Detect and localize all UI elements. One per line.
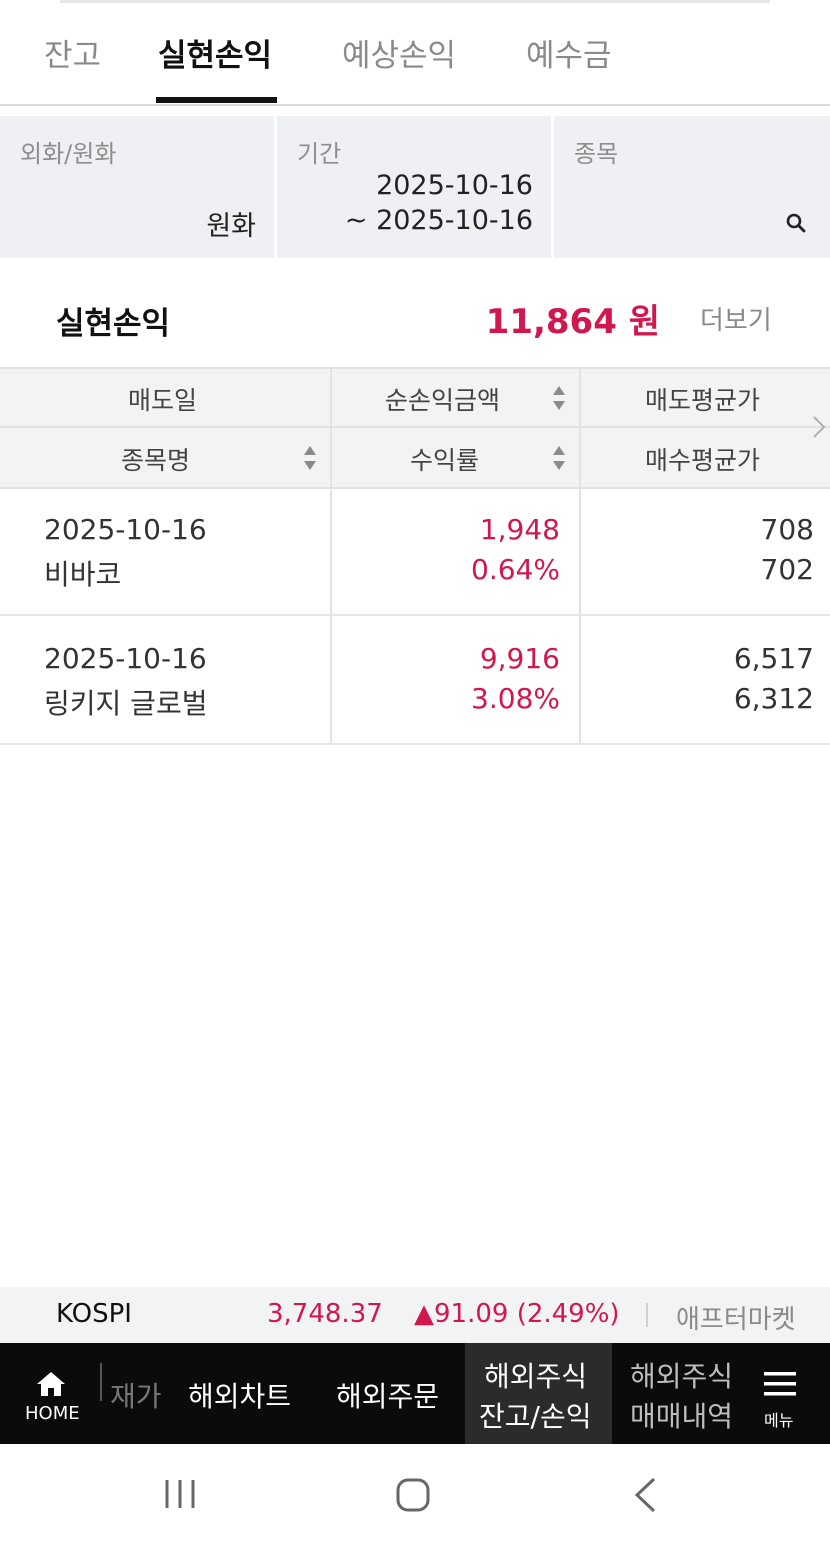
- sell-average-price: 708: [760, 513, 814, 546]
- cell-divider: [579, 486, 581, 614]
- nav-item-overseas-chart[interactable]: 해외차트: [188, 1343, 308, 1444]
- header-buy-avg: 매수평균가: [645, 446, 761, 475]
- sell-average-price: 6,517: [733, 642, 814, 675]
- cell-divider: [330, 615, 332, 743]
- aftermarket-label[interactable]: 애프터마켓: [676, 1299, 796, 1336]
- stock-filter[interactable]: 종목: [554, 116, 830, 258]
- home-system-icon[interactable]: [395, 1477, 431, 1513]
- return-rate: 0.64%: [471, 553, 560, 586]
- recent-apps-icon[interactable]: [163, 1478, 197, 1510]
- sort-icon[interactable]: [552, 383, 566, 413]
- nav-item-overseas-trade-history[interactable]: 해외주식 매매내역: [630, 1343, 730, 1444]
- menu-button[interactable]: 메뉴: [746, 1343, 830, 1444]
- header-row-divider: [0, 426, 830, 428]
- bottom-navigation: HOME 재가 해외차트 해외주문 해외주식 잔고/손익 해외주식 매매내역 메…: [0, 1343, 830, 1444]
- nav-item-label: 해외차트: [188, 1380, 292, 1413]
- more-button[interactable]: 더보기: [700, 300, 772, 337]
- nav-item-current-price[interactable]: 재가: [110, 1343, 176, 1444]
- back-icon[interactable]: [632, 1476, 658, 1514]
- index-value: 3,748.37: [267, 1299, 383, 1329]
- cell-divider: [330, 486, 332, 614]
- realized-pnl-amount: 11,864 원: [485, 302, 660, 342]
- nav-item-overseas-order[interactable]: 해외주문: [336, 1343, 456, 1444]
- period-filter-label: 기간: [297, 140, 342, 168]
- buy-average-price: 6,312: [733, 682, 814, 715]
- currency-filter-value: 원화: [206, 211, 256, 242]
- nav-item-label: 매매내역: [630, 1400, 730, 1433]
- search-icon[interactable]: [784, 211, 808, 235]
- net-profit: 1,948: [479, 513, 560, 546]
- header-sell-date: 매도일: [128, 386, 198, 415]
- menu-label: 메뉴: [764, 1411, 794, 1430]
- nav-item-label: 해외주문: [336, 1380, 440, 1413]
- chevron-right-icon[interactable]: [812, 415, 826, 439]
- home-button[interactable]: HOME: [0, 1343, 100, 1444]
- nav-item-label: 재가: [110, 1380, 162, 1413]
- nav-item-label: 해외주식: [630, 1360, 730, 1393]
- stock-filter-label: 종목: [574, 140, 619, 168]
- tab-bar: 잔고 실현손익 예상손익 예수금: [0, 0, 830, 106]
- table-header: 매도일 순손익금액 매도평균가 종목명 수익률 매수평균가: [0, 367, 830, 489]
- summary-title: 실현손익: [56, 306, 171, 342]
- home-icon: [37, 1372, 65, 1396]
- stock-name: 링키지 글로벌: [44, 687, 208, 720]
- active-tab-indicator: [156, 97, 277, 103]
- index-ticker[interactable]: KOSPI 3,748.37 ▲91.09 (2.49%) 애프터마켓: [0, 1287, 830, 1343]
- tab-balance[interactable]: 잔고: [44, 30, 101, 75]
- header-stock-name[interactable]: 종목명: [121, 441, 190, 477]
- sell-date: 2025-10-16: [44, 513, 207, 546]
- hamburger-menu-icon: [764, 1372, 796, 1396]
- tab-realized-pnl[interactable]: 실현손익: [158, 30, 272, 75]
- sort-icon[interactable]: [303, 443, 317, 473]
- header-divider: [330, 369, 332, 487]
- net-profit: 9,916: [479, 642, 560, 675]
- sort-icon[interactable]: [552, 443, 566, 473]
- header-divider: [579, 369, 581, 487]
- period-from: 2025-10-16: [376, 170, 533, 201]
- nav-item-label: 해외주식: [484, 1360, 588, 1393]
- header-net-profit[interactable]: 순손익금액: [385, 381, 500, 417]
- nav-item-overseas-balance-pnl[interactable]: 해외주식 잔고/손익: [465, 1343, 612, 1444]
- return-rate: 3.08%: [471, 682, 560, 715]
- header-return-rate[interactable]: 수익률: [410, 441, 479, 477]
- tab-deposit[interactable]: 예수금: [526, 30, 612, 75]
- system-navigation-bar: [0, 1444, 830, 1541]
- index-change: ▲91.09 (2.49%): [414, 1299, 620, 1329]
- home-label: HOME: [25, 1403, 80, 1424]
- nav-item-label: 잔고/손익: [479, 1400, 592, 1433]
- filter-bar: 외화/원화 원화 기간 2025-10-16 ~ 2025-10-16 종목: [0, 116, 830, 258]
- table-row[interactable]: 2025-10-16 비바코 1,948 0.64% 708 702: [0, 486, 830, 616]
- period-to: ~ 2025-10-16: [344, 205, 533, 236]
- sell-date: 2025-10-16: [44, 642, 207, 675]
- stock-name: 비바코: [44, 558, 122, 591]
- nav-divider: [100, 1363, 102, 1401]
- header-sell-avg: 매도평균가: [645, 386, 761, 415]
- table-row[interactable]: 2025-10-16 링키지 글로벌 9,916 3.08% 6,517 6,3…: [0, 615, 830, 745]
- tab-expected-pnl[interactable]: 예상손익: [342, 30, 456, 75]
- buy-average-price: 702: [760, 553, 814, 586]
- ticker-divider: [646, 1303, 648, 1327]
- period-filter[interactable]: 기간 2025-10-16 ~ 2025-10-16: [277, 116, 551, 258]
- currency-filter[interactable]: 외화/원화 원화: [0, 116, 274, 258]
- index-name: KOSPI: [56, 1299, 132, 1329]
- currency-filter-label: 외화/원화: [20, 140, 117, 168]
- cell-divider: [579, 615, 581, 743]
